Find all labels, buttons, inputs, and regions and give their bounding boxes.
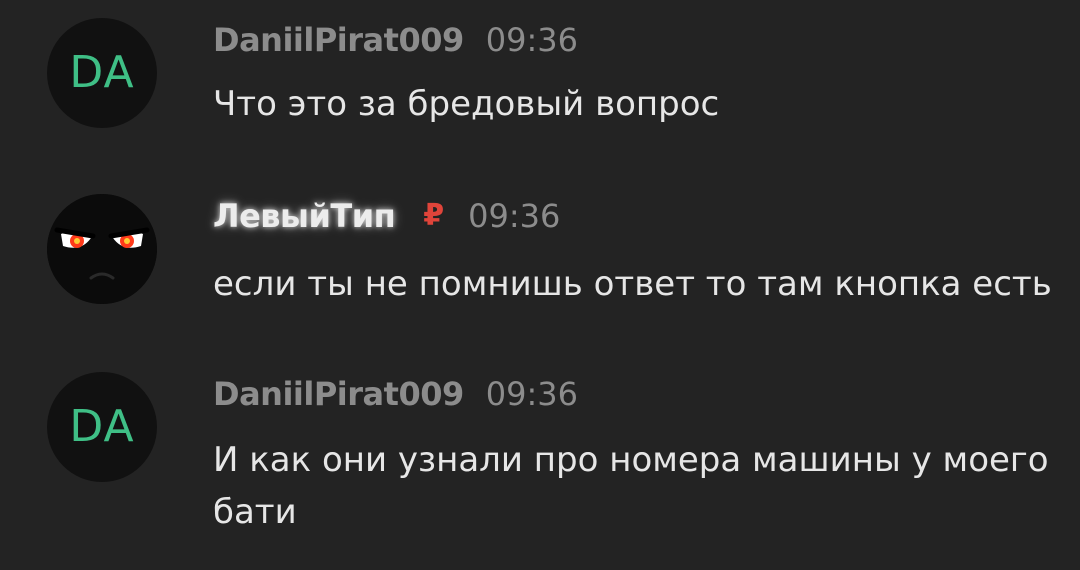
username[interactable]: DaniilPirat009 [213,21,464,59]
chat-message-list: DA DaniilPirat009 09:36 Что это за бредо… [0,0,1080,570]
avatar[interactable] [47,194,157,304]
avatar[interactable]: DA [47,372,157,482]
avatar[interactable]: DA [47,18,157,128]
message-text: Что это за бредовый вопрос [213,84,720,124]
avatar-initials: DA [69,401,135,452]
message-header: ЛевыйТип ₽ 09:36 [213,194,560,238]
timestamp: 09:36 [485,375,578,413]
message-header: DaniilPirat009 09:36 [213,18,578,62]
avatar-initials: DA [69,47,135,98]
message-text: если ты не помнишь ответ то там кнопка е… [213,264,1052,304]
angry-face-avatar-icon [47,194,157,304]
timestamp: 09:36 [468,197,561,235]
ruble-badge-icon: ₽ [423,198,445,233]
username[interactable]: DaniilPirat009 [213,375,464,413]
message-text: И как они узнали про номера машины у мое… [213,440,1049,532]
message-header: DaniilPirat009 09:36 [213,372,578,416]
username[interactable]: ЛевыйТип [213,197,396,235]
timestamp: 09:36 [485,21,578,59]
